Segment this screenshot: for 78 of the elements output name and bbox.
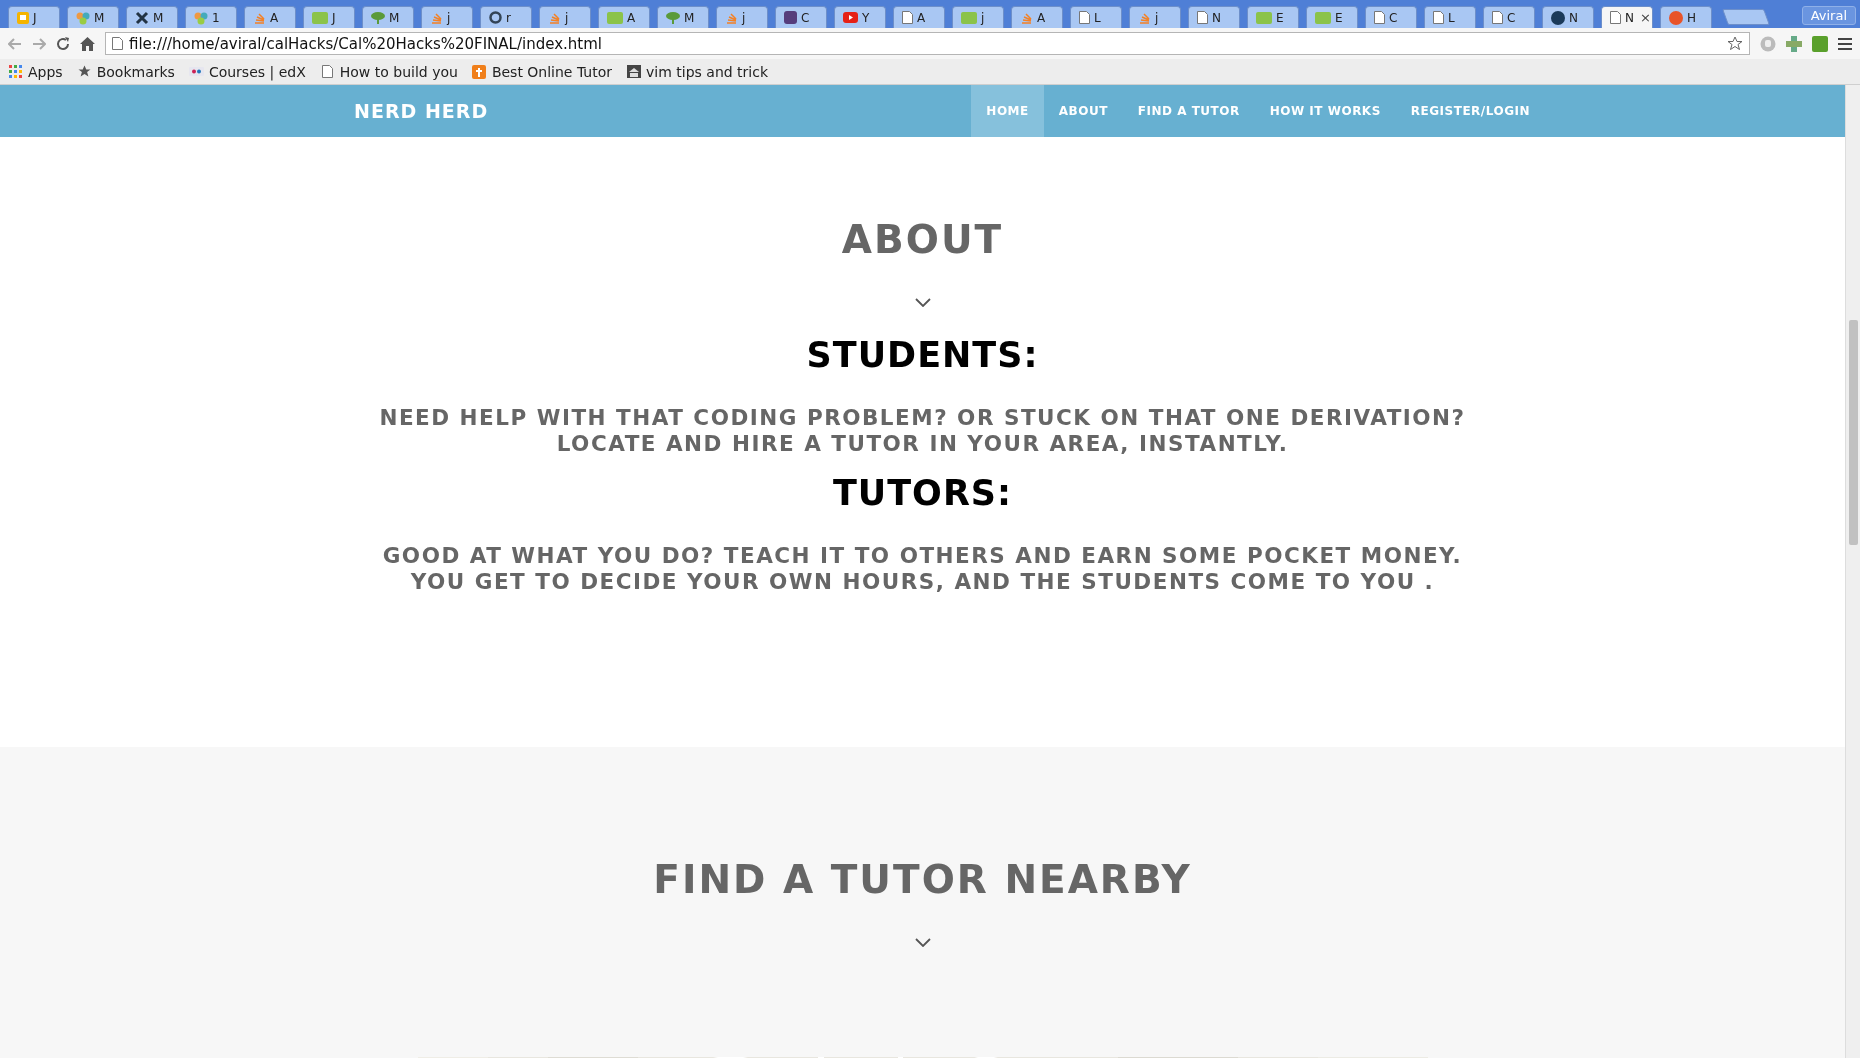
tree-icon: [371, 11, 385, 24]
bookmark-link[interactable]: vim tips and trick: [626, 63, 769, 80]
play-icon: [843, 12, 858, 23]
browser-tab[interactable]: j: [716, 6, 768, 28]
browser-tab[interactable]: C: [1483, 6, 1535, 28]
browser-tab[interactable]: N ×: [1601, 6, 1653, 28]
stop-icon[interactable]: [1760, 35, 1776, 52]
bookmark-link[interactable]: How to build you: [319, 63, 458, 80]
browser-tab[interactable]: A: [598, 6, 650, 28]
browser-tab[interactable]: r: [480, 6, 532, 28]
chevron-down-icon: [914, 938, 931, 947]
slides-icon: [17, 11, 29, 24]
browser-tab[interactable]: H: [1660, 6, 1712, 28]
section-title: FIND A TUTOR NEARBY: [653, 857, 1192, 902]
star-outline-icon[interactable]: [1727, 35, 1743, 52]
star-icon: [77, 65, 91, 78]
bookmark-link[interactable]: Courses | edX: [188, 63, 306, 80]
page-icon: [1197, 11, 1208, 24]
browser-tab[interactable]: L: [1070, 6, 1122, 28]
scrollbar[interactable]: [1845, 85, 1860, 1058]
page-icon: [321, 65, 333, 78]
browser-tab[interactable]: M: [657, 6, 709, 28]
browser-tab[interactable]: J: [303, 6, 355, 28]
browser-tab[interactable]: 1: [185, 6, 237, 28]
tree-icon: [666, 11, 680, 24]
browser-tab[interactable]: j: [952, 6, 1004, 28]
circle-icon: [1551, 10, 1565, 25]
audience-heading: STUDENTS:: [806, 335, 1039, 375]
browser-tab[interactable]: A: [244, 6, 296, 28]
browser-tab[interactable]: M: [362, 6, 414, 28]
bookmark-link[interactable]: Bookmarks: [76, 63, 175, 80]
close-icon[interactable]: ×: [1640, 10, 1651, 25]
browser-tab[interactable]: N: [1542, 6, 1594, 28]
chevron-down-icon: [914, 298, 931, 307]
section-title: ABOUT: [841, 217, 1004, 262]
page-icon: [1079, 11, 1090, 24]
page-icon: [1433, 11, 1444, 24]
browser-tab[interactable]: j: [539, 6, 591, 28]
page-icon: [1374, 11, 1385, 24]
audience-description: NEED HELP WITH THAT CODING PROBLEM? OR STUCK ON THAT ONE DERIVATION? LOCATE AND HIRE A TUTOR IN YOUR AREA, INSTANTLY.: [379, 405, 1466, 457]
browser-tab[interactable]: C: [1365, 6, 1417, 28]
page-icon: [1492, 11, 1503, 24]
browser-tab[interactable]: j: [421, 6, 473, 28]
browser-tab[interactable]: Y: [834, 6, 886, 28]
ring-icon: [489, 11, 502, 24]
audience-heading: TUTORS:: [832, 473, 1013, 513]
address-bar[interactable]: file:///home/aviral/calHacks/Cal%20Hacks%20FINAL/index.html: [105, 32, 1750, 55]
browser-tab[interactable]: E: [1247, 6, 1299, 28]
browser-tab[interactable]: A: [893, 6, 945, 28]
browser-tab[interactable]: A: [1011, 6, 1063, 28]
bootstrap-icon: [784, 11, 797, 24]
browser-tab[interactable]: J: [8, 6, 60, 28]
page-icon: [1610, 11, 1621, 24]
building-icon: [626, 65, 641, 78]
browser-tab[interactable]: M: [126, 6, 178, 28]
browser-tab[interactable]: j: [1129, 6, 1181, 28]
bookmark-link[interactable]: Apps: [8, 63, 63, 80]
flower-icon: [194, 10, 208, 25]
browser-tab[interactable]: E: [1306, 6, 1358, 28]
page-icon: [902, 11, 913, 24]
extension-icon[interactable]: [1812, 35, 1828, 52]
back-icon[interactable]: [8, 37, 22, 50]
cross-icon: [135, 10, 149, 25]
browser-tab[interactable]: C: [775, 6, 827, 28]
audience-description: GOOD AT WHAT YOU DO? TEACH IT TO OTHERS AND EARN SOME POCKET MONEY. YOU GET TO DECIDE YOUR OWN HOURS, AND THE STUDENTS COME TO YOU .: [382, 543, 1463, 595]
reload-icon[interactable]: [56, 36, 70, 51]
menu-icon[interactable]: [1838, 37, 1852, 50]
page-icon: [112, 37, 123, 50]
new-tab-button[interactable]: [1722, 9, 1770, 25]
flower-icon: [76, 10, 90, 25]
home-icon[interactable]: [80, 36, 95, 51]
browser-tab[interactable]: M: [67, 6, 119, 28]
browser-tab[interactable]: L: [1424, 6, 1476, 28]
bookmark-link[interactable]: Best Online Tutor: [471, 63, 613, 80]
apps-icon: [9, 65, 22, 78]
browser-tab[interactable]: N: [1188, 6, 1240, 28]
forward-icon[interactable]: [32, 37, 46, 50]
puzzle-icon[interactable]: [1786, 35, 1802, 52]
